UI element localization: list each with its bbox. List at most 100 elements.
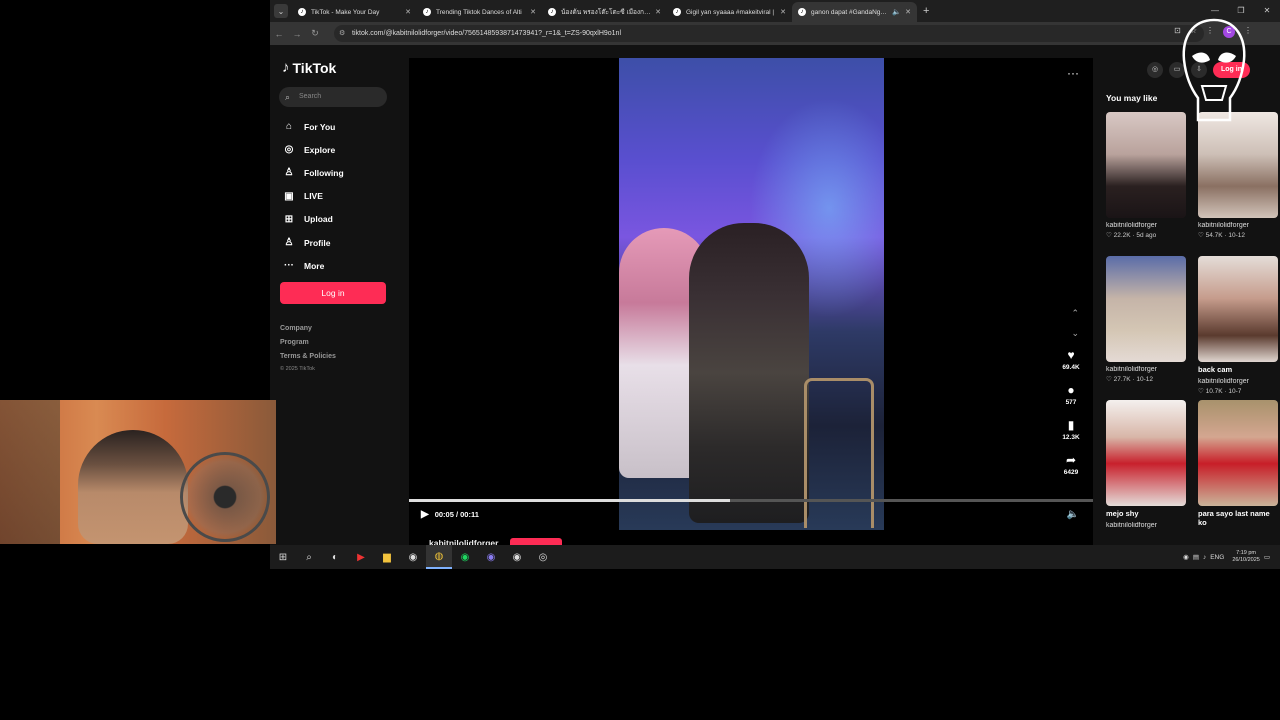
- tray-app-icon[interactable]: ◉: [1183, 553, 1189, 561]
- spotify-icon[interactable]: ◉: [452, 545, 478, 569]
- clock[interactable]: 7:19 pm 26/10/2025: [1232, 550, 1260, 564]
- tab-title: Gigil yan syaaaa #makeitviral |: [686, 8, 775, 16]
- comment-icon: ●: [1067, 383, 1075, 397]
- recommended-video[interactable]: mejo shy kabitnilolidforger: [1106, 400, 1186, 544]
- webcam-overlay: [0, 400, 276, 544]
- taskbar: ⊞ ⌕ ◐ ▶ ▆ ◉ ◍ ◉ ◉ ◉ ◎ ◉ ▤ ♪ ENG 7:19 pm …: [270, 545, 1280, 569]
- notification-icon[interactable]: ▭: [1264, 553, 1270, 561]
- coins-icon[interactable]: ◎: [1147, 62, 1163, 78]
- sidebar-item-label: More: [304, 260, 325, 271]
- recommended-video[interactable]: kabitnilolidforger ♡ 54.7K · 10-12: [1198, 112, 1278, 256]
- footer-links: Company Program Terms & Policies: [280, 325, 336, 367]
- next-video-icon[interactable]: ⌄: [1071, 328, 1079, 348]
- browser-tab[interactable]: ♪ Trending Tiktok Dances of Alti ✕: [417, 2, 542, 22]
- volume-icon[interactable]: 🔈: [1067, 509, 1079, 520]
- video-player[interactable]: ··· ⌃ ⌄ ♥ 69.4K ● 577 ▮ 12.3K ➦ 6429 ▶ 0…: [409, 58, 1093, 545]
- author-name[interactable]: kabitnilolidforger: [429, 538, 498, 545]
- recommended-title: back cam: [1198, 365, 1233, 374]
- search-icon: ⌕: [285, 92, 291, 102]
- url-field[interactable]: ⚙ tiktok.com/@kabitnilolidforger/video/7…: [334, 25, 1204, 42]
- video-thumbnail[interactable]: [1106, 112, 1186, 218]
- back-icon[interactable]: ←: [270, 29, 288, 39]
- sidebar-item-label: LIVE: [304, 191, 323, 202]
- video-frame[interactable]: [619, 58, 884, 530]
- recommended-stats: ♡ 54.7K · 10-12: [1198, 232, 1246, 239]
- tab-bar: ⌄ ♪ TikTok - Make Your Day ✕ ♪ Trending …: [270, 0, 1280, 22]
- recommended-video[interactable]: para sayo last name ko: [1198, 400, 1278, 544]
- close-tab-icon[interactable]: ✕: [530, 8, 536, 16]
- url-text: tiktok.com/@kabitnilolidforger/video/756…: [352, 30, 622, 37]
- close-tab-icon[interactable]: ✕: [780, 8, 786, 16]
- footer-link-terms[interactable]: Terms & Policies: [280, 353, 336, 367]
- video-actions: ♥ 69.4K ● 577 ▮ 12.3K ➦ 6429: [1059, 348, 1083, 488]
- app-icon[interactable]: ◉: [504, 545, 530, 569]
- close-window-icon[interactable]: ✕: [1254, 0, 1280, 22]
- recommended-video[interactable]: kabitnilolidforger ♡ 27.7K · 10-12: [1106, 256, 1186, 400]
- tab-search-button[interactable]: ⌄: [274, 4, 288, 18]
- video-thumbnail[interactable]: [1106, 256, 1186, 362]
- new-tab-button[interactable]: +: [923, 5, 929, 17]
- volume-icon[interactable]: ♪: [1203, 554, 1206, 561]
- browser-tab-active[interactable]: ♪ ganon dapat #GandaNgGa 🔈 ✕: [792, 2, 917, 22]
- tiktok-favicon-icon: ♪: [673, 8, 681, 16]
- login-button[interactable]: Log in: [280, 282, 386, 304]
- youtube-icon[interactable]: ▶: [348, 545, 374, 569]
- search-icon[interactable]: ⌕: [296, 545, 322, 569]
- sidebar-item-more[interactable]: ··· More: [282, 254, 392, 277]
- video-thumbnail[interactable]: [1198, 400, 1278, 506]
- sidebar-item-profile[interactable]: ♙ Profile: [282, 231, 392, 254]
- browser-tab[interactable]: ♪ TikTok - Make Your Day ✕: [292, 2, 417, 22]
- video-nav-arrows: ⌃ ⌄: [1071, 308, 1079, 348]
- clock-date: 26/10/2025: [1232, 557, 1260, 563]
- play-icon[interactable]: ▶: [421, 509, 429, 520]
- sidebar-item-explore[interactable]: ◎ Explore: [282, 138, 392, 161]
- sidebar-item-upload[interactable]: ⊞ Upload: [282, 208, 392, 231]
- recommended-video[interactable]: kabitnilolidforger ♡ 22.2K · 5d ago: [1106, 112, 1186, 256]
- address-bar-row: ← → ↻ ⚙ tiktok.com/@kabitnilolidforger/v…: [270, 22, 1280, 45]
- upload-icon: ⊞: [284, 213, 294, 225]
- footer-link-company[interactable]: Company: [280, 325, 336, 339]
- recommended-video[interactable]: back cam kabitnilolidforger ♡ 10.7K · 10…: [1198, 256, 1278, 400]
- steam-icon[interactable]: ◉: [400, 545, 426, 569]
- comment-button[interactable]: ● 577: [1059, 383, 1083, 418]
- close-tab-icon[interactable]: ✕: [655, 8, 661, 16]
- file-explorer-icon[interactable]: ▆: [374, 545, 400, 569]
- windows-start-icon[interactable]: ⊞: [270, 545, 296, 569]
- share-button[interactable]: ➦ 6429: [1059, 453, 1083, 488]
- browser-tab[interactable]: ♪ น้องต้น พรองโต๊ะโตะซี เมืองกองสวนคนเมา…: [542, 2, 667, 22]
- previous-video-icon[interactable]: ⌃: [1071, 308, 1079, 328]
- site-info-icon[interactable]: ⚙: [339, 25, 345, 42]
- webcam-shelf: [0, 400, 60, 544]
- video-progress-bar[interactable]: [409, 499, 1093, 502]
- sidebar-item-for-you[interactable]: ⌂ For You: [282, 115, 392, 138]
- tiktok-logo[interactable]: ♪ TikTok: [282, 59, 336, 76]
- save-button[interactable]: ▮ 12.3K: [1059, 418, 1083, 453]
- network-icon[interactable]: ▤: [1193, 553, 1199, 561]
- close-tab-icon[interactable]: ✕: [905, 8, 911, 16]
- browser-tab[interactable]: ♪ Gigil yan syaaaa #makeitviral | ✕: [667, 2, 792, 22]
- search-input[interactable]: ⌕ Search: [279, 87, 387, 107]
- tiktok-page: ♪ TikTok ⌕ Search ⌂ For You ◎ Explore ♙ …: [270, 45, 1280, 545]
- like-button[interactable]: ♥ 69.4K: [1059, 348, 1083, 383]
- obs-icon[interactable]: ◎: [530, 545, 556, 569]
- home-icon: ⌂: [285, 121, 293, 133]
- chrome-icon[interactable]: ◍: [426, 545, 452, 569]
- author-strip: kabitnilolidforger: [429, 538, 563, 545]
- recommended-stats: ♡ 10.7K · 10-7: [1198, 388, 1242, 395]
- discord-icon[interactable]: ◉: [478, 545, 504, 569]
- forward-icon[interactable]: →: [288, 29, 306, 39]
- audio-icon[interactable]: 🔈: [892, 8, 901, 16]
- more-options-icon[interactable]: ···: [1067, 66, 1079, 80]
- language-indicator[interactable]: ENG: [1210, 554, 1224, 561]
- edge-icon[interactable]: ◐: [322, 545, 348, 569]
- sidebar-item-following[interactable]: ♙ Following: [282, 161, 392, 184]
- reload-icon[interactable]: ↻: [306, 28, 324, 39]
- footer-link-program[interactable]: Program: [280, 339, 336, 353]
- video-thumbnail[interactable]: [1106, 400, 1186, 506]
- sidebar-item-label: Profile: [304, 237, 331, 248]
- close-tab-icon[interactable]: ✕: [405, 8, 411, 16]
- follow-button[interactable]: [510, 538, 563, 545]
- video-thumbnail[interactable]: [1198, 112, 1278, 218]
- sidebar-item-live[interactable]: ▣ LIVE: [282, 185, 392, 208]
- video-thumbnail[interactable]: [1198, 256, 1278, 362]
